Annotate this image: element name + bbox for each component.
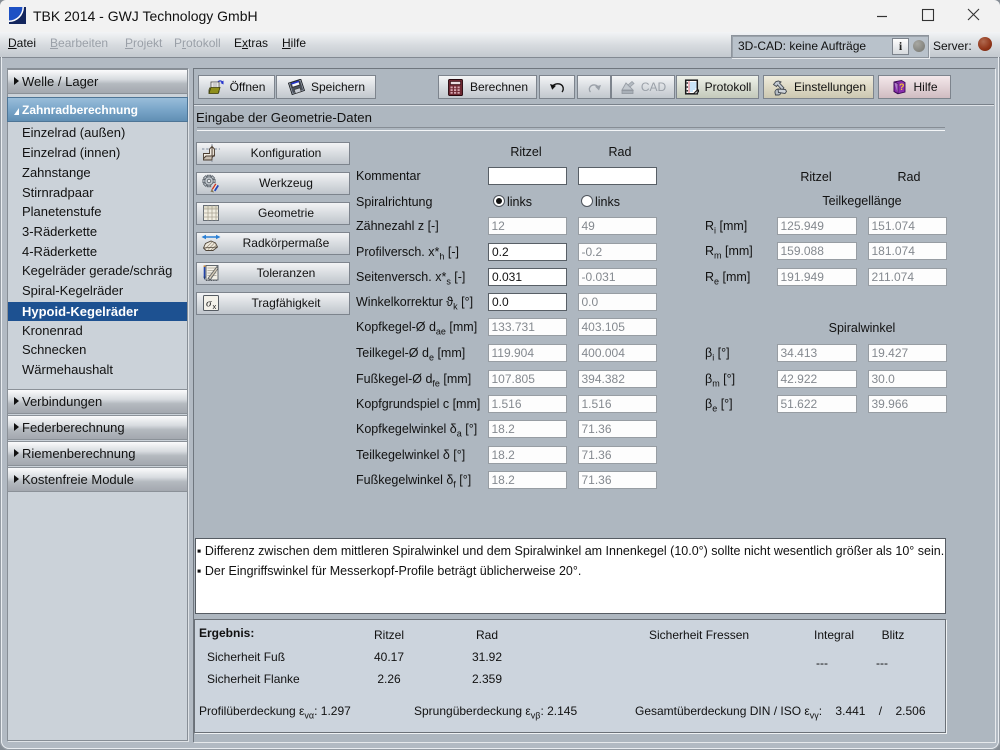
svg-text:?: ? [899, 82, 905, 92]
